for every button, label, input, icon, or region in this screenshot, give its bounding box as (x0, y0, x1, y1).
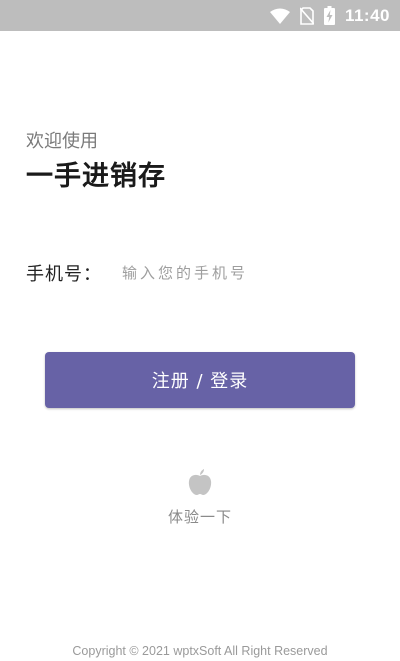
register-login-button-label: 注册 / 登录 (151, 371, 249, 392)
status-time: 11:40 (344, 5, 390, 25)
trial-button[interactable]: 体验一下 (140, 468, 260, 527)
no-sim-icon (299, 6, 314, 25)
status-bar: 11:40 (0, 0, 400, 31)
battery-charging-icon (323, 6, 335, 25)
welcome-text: 欢迎使用 (26, 131, 98, 152)
trial-label: 体验一下 (167, 508, 232, 526)
phone-input[interactable] (122, 259, 376, 287)
wifi-icon (269, 8, 290, 24)
phone-row: 手机号： (26, 258, 376, 288)
copyright-text: Copyright © 2021 wptxSoft All Right Rese… (72, 644, 328, 658)
app-title: 一手进销存 (26, 161, 166, 192)
register-login-button[interactable]: 注册 / 登录 (45, 352, 355, 408)
phone-label: 手机号： (26, 264, 102, 285)
apple-icon (187, 468, 213, 500)
